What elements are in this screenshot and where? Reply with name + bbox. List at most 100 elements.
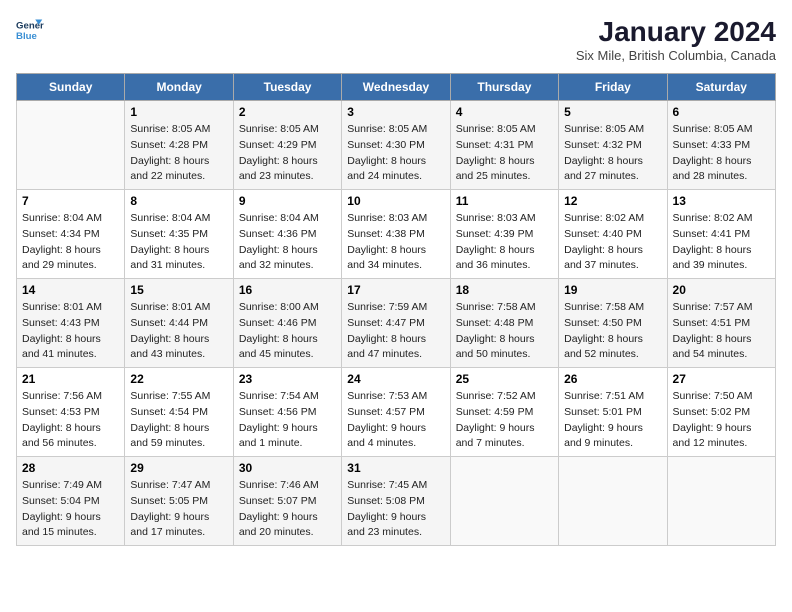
- week-row-4: 21 Sunrise: 7:56 AMSunset: 4:53 PMDayligh…: [17, 368, 776, 457]
- day-number: 17: [347, 283, 444, 297]
- cell-3-1: 14 Sunrise: 8:01 AMSunset: 4:43 PMDayligh…: [17, 279, 125, 368]
- day-number: 19: [564, 283, 661, 297]
- cell-2-5: 11 Sunrise: 8:03 AMSunset: 4:39 PMDayligh…: [450, 190, 558, 279]
- week-row-2: 7Sunrise: 8:04 AMSunset: 4:34 PMDaylight…: [17, 190, 776, 279]
- day-info: Sunrise: 7:51 AMSunset: 5:01 PMDaylight:…: [564, 389, 661, 452]
- cell-3-7: 20Sunrise: 7:57 AMSunset: 4:51 PMDayligh…: [667, 279, 775, 368]
- cell-4-3: 23 Sunrise: 7:54 AMSunset: 4:56 PMDayligh…: [233, 368, 341, 457]
- week-row-5: 28 Sunrise: 7:49 AMSunset: 5:04 PMDayligh…: [17, 457, 776, 546]
- day-info: Sunrise: 7:57 AMSunset: 4:51 PMDaylight:…: [673, 300, 770, 363]
- day-number: 26: [564, 372, 661, 386]
- day-number: 31: [347, 461, 444, 475]
- day-number: 16: [239, 283, 336, 297]
- cell-1-1: [17, 101, 125, 190]
- cell-4-4: 24 Sunrise: 7:53 AMSunset: 4:57 PMDayligh…: [342, 368, 450, 457]
- cell-4-5: 25 Sunrise: 7:52 AMSunset: 4:59 PMDayligh…: [450, 368, 558, 457]
- cell-5-5: [450, 457, 558, 546]
- col-saturday: Saturday: [667, 74, 775, 101]
- day-info: Sunrise: 8:01 AMSunset: 4:43 PMDaylight:…: [22, 300, 119, 363]
- location-text: Six Mile, British Columbia, Canada: [576, 48, 776, 63]
- day-info: Sunrise: 7:58 AMSunset: 4:48 PMDaylight:…: [456, 300, 553, 363]
- day-number: 14: [22, 283, 119, 297]
- cell-1-7: 6Sunrise: 8:05 AMSunset: 4:33 PMDaylight…: [667, 101, 775, 190]
- cell-5-4: 31 Sunrise: 7:45 AMSunset: 5:08 PMDayligh…: [342, 457, 450, 546]
- col-monday: Monday: [125, 74, 233, 101]
- day-number: 1: [130, 105, 227, 119]
- col-wednesday: Wednesday: [342, 74, 450, 101]
- cell-2-6: 12 Sunrise: 8:02 AMSunset: 4:40 PMDayligh…: [559, 190, 667, 279]
- cell-4-7: 27Sunrise: 7:50 AMSunset: 5:02 PMDayligh…: [667, 368, 775, 457]
- col-sunday: Sunday: [17, 74, 125, 101]
- cell-2-2: 8Sunrise: 8:04 AMSunset: 4:35 PMDaylight…: [125, 190, 233, 279]
- day-info: Sunrise: 7:49 AMSunset: 5:04 PMDaylight:…: [22, 478, 119, 541]
- day-info: Sunrise: 7:50 AMSunset: 5:02 PMDaylight:…: [673, 389, 770, 452]
- day-number: 6: [673, 105, 770, 119]
- cell-2-1: 7Sunrise: 8:04 AMSunset: 4:34 PMDaylight…: [17, 190, 125, 279]
- day-info: Sunrise: 8:05 AMSunset: 4:31 PMDaylight:…: [456, 122, 553, 185]
- page-header: General Blue January 2024 Six Mile, Brit…: [16, 16, 776, 63]
- day-number: 18: [456, 283, 553, 297]
- day-info: Sunrise: 8:04 AMSunset: 4:36 PMDaylight:…: [239, 211, 336, 274]
- cell-1-4: 3Sunrise: 8:05 AMSunset: 4:30 PMDaylight…: [342, 101, 450, 190]
- month-title: January 2024: [576, 16, 776, 48]
- day-number: 23: [239, 372, 336, 386]
- cell-4-2: 22Sunrise: 7:55 AMSunset: 4:54 PMDayligh…: [125, 368, 233, 457]
- logo-icon: General Blue: [16, 16, 44, 44]
- day-number: 22: [130, 372, 227, 386]
- cell-2-3: 9Sunrise: 8:04 AMSunset: 4:36 PMDaylight…: [233, 190, 341, 279]
- day-info: Sunrise: 8:05 AMSunset: 4:29 PMDaylight:…: [239, 122, 336, 185]
- day-info: Sunrise: 8:03 AMSunset: 4:38 PMDaylight:…: [347, 211, 444, 274]
- day-info: Sunrise: 8:04 AMSunset: 4:35 PMDaylight:…: [130, 211, 227, 274]
- cell-1-3: 2 Sunrise: 8:05 AMSunset: 4:29 PMDaylight…: [233, 101, 341, 190]
- day-info: Sunrise: 7:45 AMSunset: 5:08 PMDaylight:…: [347, 478, 444, 541]
- day-number: 25: [456, 372, 553, 386]
- day-number: 4: [456, 105, 553, 119]
- day-number: 13: [673, 194, 770, 208]
- col-friday: Friday: [559, 74, 667, 101]
- cell-5-7: [667, 457, 775, 546]
- cell-3-2: 15 Sunrise: 8:01 AMSunset: 4:44 PMDayligh…: [125, 279, 233, 368]
- day-number: 12: [564, 194, 661, 208]
- day-number: 3: [347, 105, 444, 119]
- day-info: Sunrise: 8:02 AMSunset: 4:40 PMDaylight:…: [564, 211, 661, 274]
- calendar-table: Sunday Monday Tuesday Wednesday Thursday…: [16, 73, 776, 546]
- col-thursday: Thursday: [450, 74, 558, 101]
- day-number: 11: [456, 194, 553, 208]
- day-number: 28: [22, 461, 119, 475]
- day-info: Sunrise: 8:03 AMSunset: 4:39 PMDaylight:…: [456, 211, 553, 274]
- cell-1-6: 5 Sunrise: 8:05 AMSunset: 4:32 PMDaylight…: [559, 101, 667, 190]
- day-number: 7: [22, 194, 119, 208]
- day-number: 2: [239, 105, 336, 119]
- day-info: Sunrise: 7:59 AMSunset: 4:47 PMDaylight:…: [347, 300, 444, 363]
- day-number: 5: [564, 105, 661, 119]
- day-number: 10: [347, 194, 444, 208]
- day-info: Sunrise: 7:54 AMSunset: 4:56 PMDaylight:…: [239, 389, 336, 452]
- cell-3-4: 17 Sunrise: 7:59 AMSunset: 4:47 PMDayligh…: [342, 279, 450, 368]
- cell-3-6: 19 Sunrise: 7:58 AMSunset: 4:50 PMDayligh…: [559, 279, 667, 368]
- cell-3-5: 18 Sunrise: 7:58 AMSunset: 4:48 PMDayligh…: [450, 279, 558, 368]
- week-row-1: 1 Sunrise: 8:05 AMSunset: 4:28 PMDaylight…: [17, 101, 776, 190]
- cell-3-3: 16 Sunrise: 8:00 AMSunset: 4:46 PMDayligh…: [233, 279, 341, 368]
- col-tuesday: Tuesday: [233, 74, 341, 101]
- day-info: Sunrise: 7:58 AMSunset: 4:50 PMDaylight:…: [564, 300, 661, 363]
- cell-1-5: 4 Sunrise: 8:05 AMSunset: 4:31 PMDaylight…: [450, 101, 558, 190]
- day-info: Sunrise: 7:52 AMSunset: 4:59 PMDaylight:…: [456, 389, 553, 452]
- day-info: Sunrise: 8:01 AMSunset: 4:44 PMDaylight:…: [130, 300, 227, 363]
- day-info: Sunrise: 8:00 AMSunset: 4:46 PMDaylight:…: [239, 300, 336, 363]
- day-number: 24: [347, 372, 444, 386]
- cell-2-4: 10 Sunrise: 8:03 AMSunset: 4:38 PMDayligh…: [342, 190, 450, 279]
- cell-5-6: [559, 457, 667, 546]
- day-info: Sunrise: 8:05 AMSunset: 4:32 PMDaylight:…: [564, 122, 661, 185]
- day-number: 21: [22, 372, 119, 386]
- cell-2-7: 13Sunrise: 8:02 AMSunset: 4:41 PMDayligh…: [667, 190, 775, 279]
- day-info: Sunrise: 8:05 AMSunset: 4:28 PMDaylight:…: [130, 122, 227, 185]
- day-number: 15: [130, 283, 227, 297]
- day-info: Sunrise: 7:56 AMSunset: 4:53 PMDaylight:…: [22, 389, 119, 452]
- cell-4-6: 26 Sunrise: 7:51 AMSunset: 5:01 PMDayligh…: [559, 368, 667, 457]
- week-row-3: 14 Sunrise: 8:01 AMSunset: 4:43 PMDayligh…: [17, 279, 776, 368]
- day-number: 29: [130, 461, 227, 475]
- day-number: 30: [239, 461, 336, 475]
- cell-5-1: 28 Sunrise: 7:49 AMSunset: 5:04 PMDayligh…: [17, 457, 125, 546]
- page-container: General Blue January 2024 Six Mile, Brit…: [16, 16, 776, 546]
- day-info: Sunrise: 7:53 AMSunset: 4:57 PMDaylight:…: [347, 389, 444, 452]
